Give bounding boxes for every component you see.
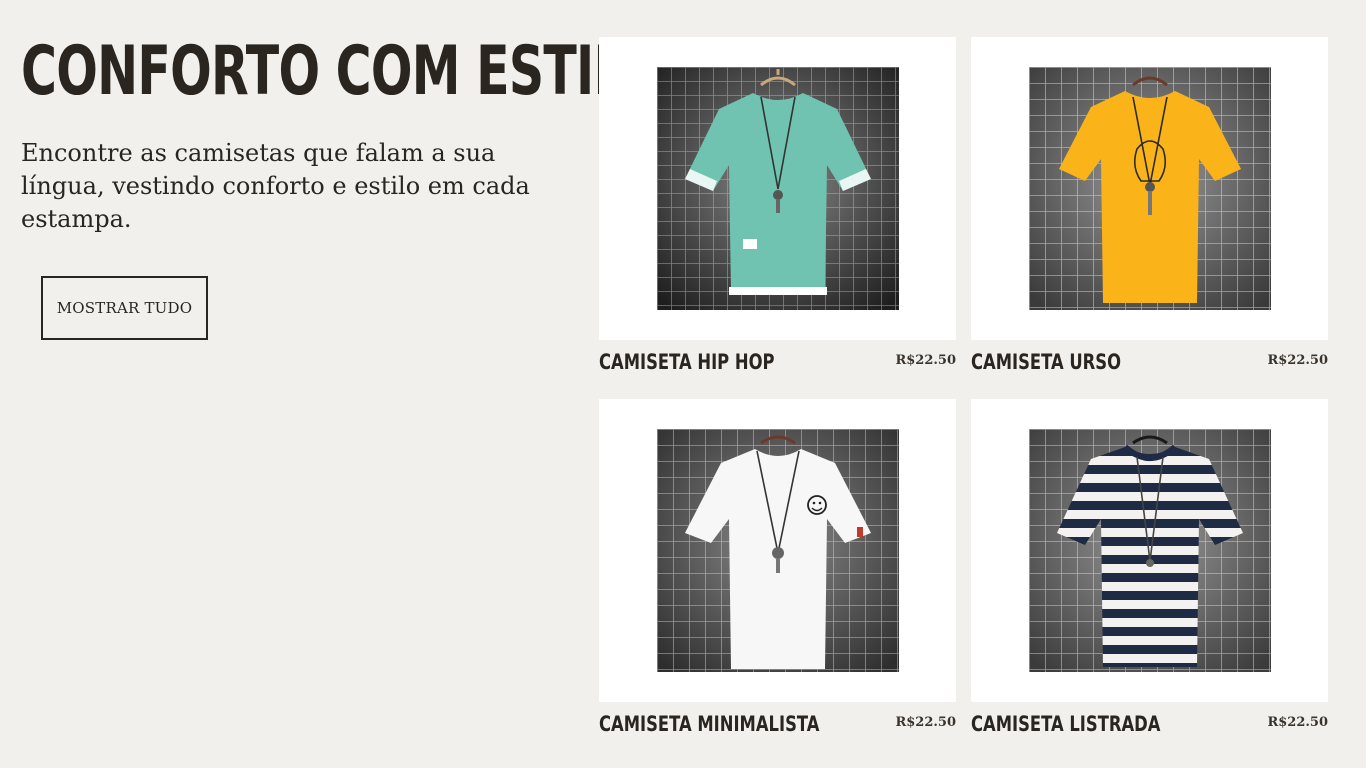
product-price: R$22.50 — [895, 353, 956, 368]
product-name[interactable]: CAMISETA MINIMALISTA — [599, 711, 819, 737]
product-price: R$22.50 — [1267, 353, 1328, 368]
product-price: R$22.50 — [895, 715, 956, 730]
product-name[interactable]: CAMISETA LISTRADA — [971, 711, 1160, 737]
product-name[interactable]: CAMISETA HIP HOP — [599, 349, 775, 375]
product-name[interactable]: CAMISETA URSO — [971, 349, 1121, 375]
hero-title: CONFORTO COM ESTILO — [21, 32, 664, 111]
product-image-frame[interactable] — [971, 399, 1328, 702]
product-image-frame[interactable] — [971, 37, 1328, 340]
product-card-listrada[interactable]: CAMISETA LISTRADA R$22.50 — [971, 399, 1328, 736]
product-card-hip-hop[interactable]: CAMISETA HIP HOP R$22.50 — [599, 37, 956, 374]
yellow-bear-tshirt-photo[interactable] — [1028, 67, 1271, 310]
product-image-frame[interactable] — [599, 37, 956, 340]
product-card-minimalista[interactable]: CAMISETA MINIMALISTA R$22.50 — [599, 399, 956, 736]
hero-subtitle: Encontre as camisetas que falam a sua lí… — [21, 139, 530, 233]
product-price: R$22.50 — [1267, 715, 1328, 730]
white-smiley-tshirt-photo[interactable] — [656, 429, 899, 672]
striped-tshirt-photo[interactable] — [1028, 429, 1271, 672]
show-all-button[interactable]: MOSTRAR TUDO — [41, 276, 208, 340]
product-image-frame[interactable] — [599, 399, 956, 702]
teal-tshirt-photo[interactable] — [656, 67, 899, 310]
product-card-urso[interactable]: CAMISETA URSO R$22.50 — [971, 37, 1328, 374]
